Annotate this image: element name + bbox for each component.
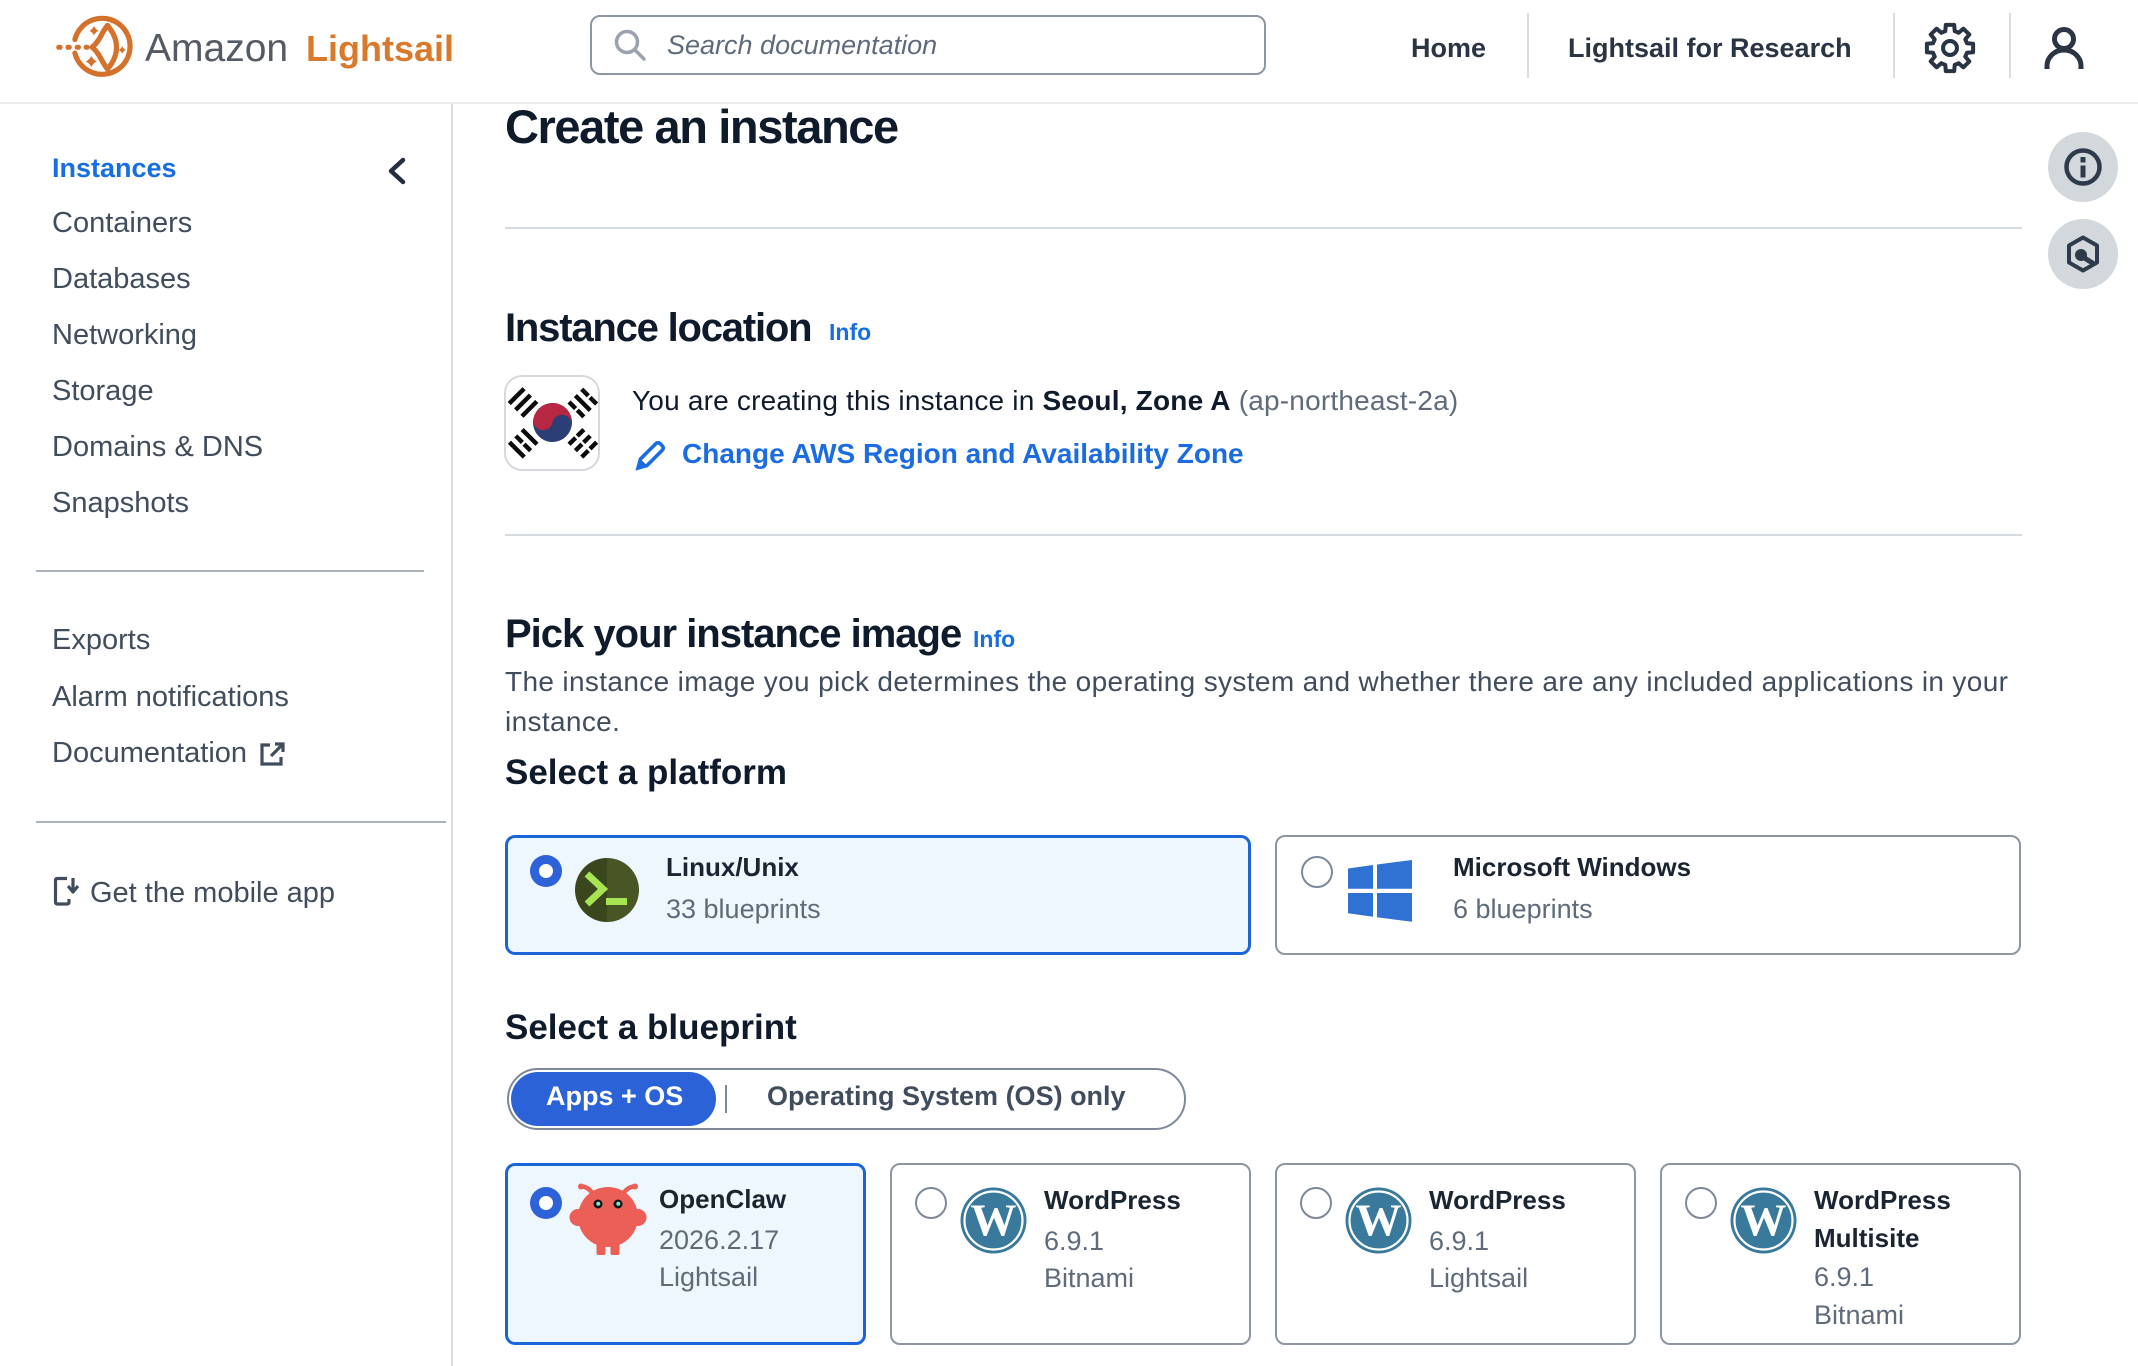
- svg-text:W: W: [971, 1195, 1017, 1246]
- svg-text:W: W: [1741, 1195, 1787, 1246]
- svg-text:W: W: [1356, 1195, 1402, 1246]
